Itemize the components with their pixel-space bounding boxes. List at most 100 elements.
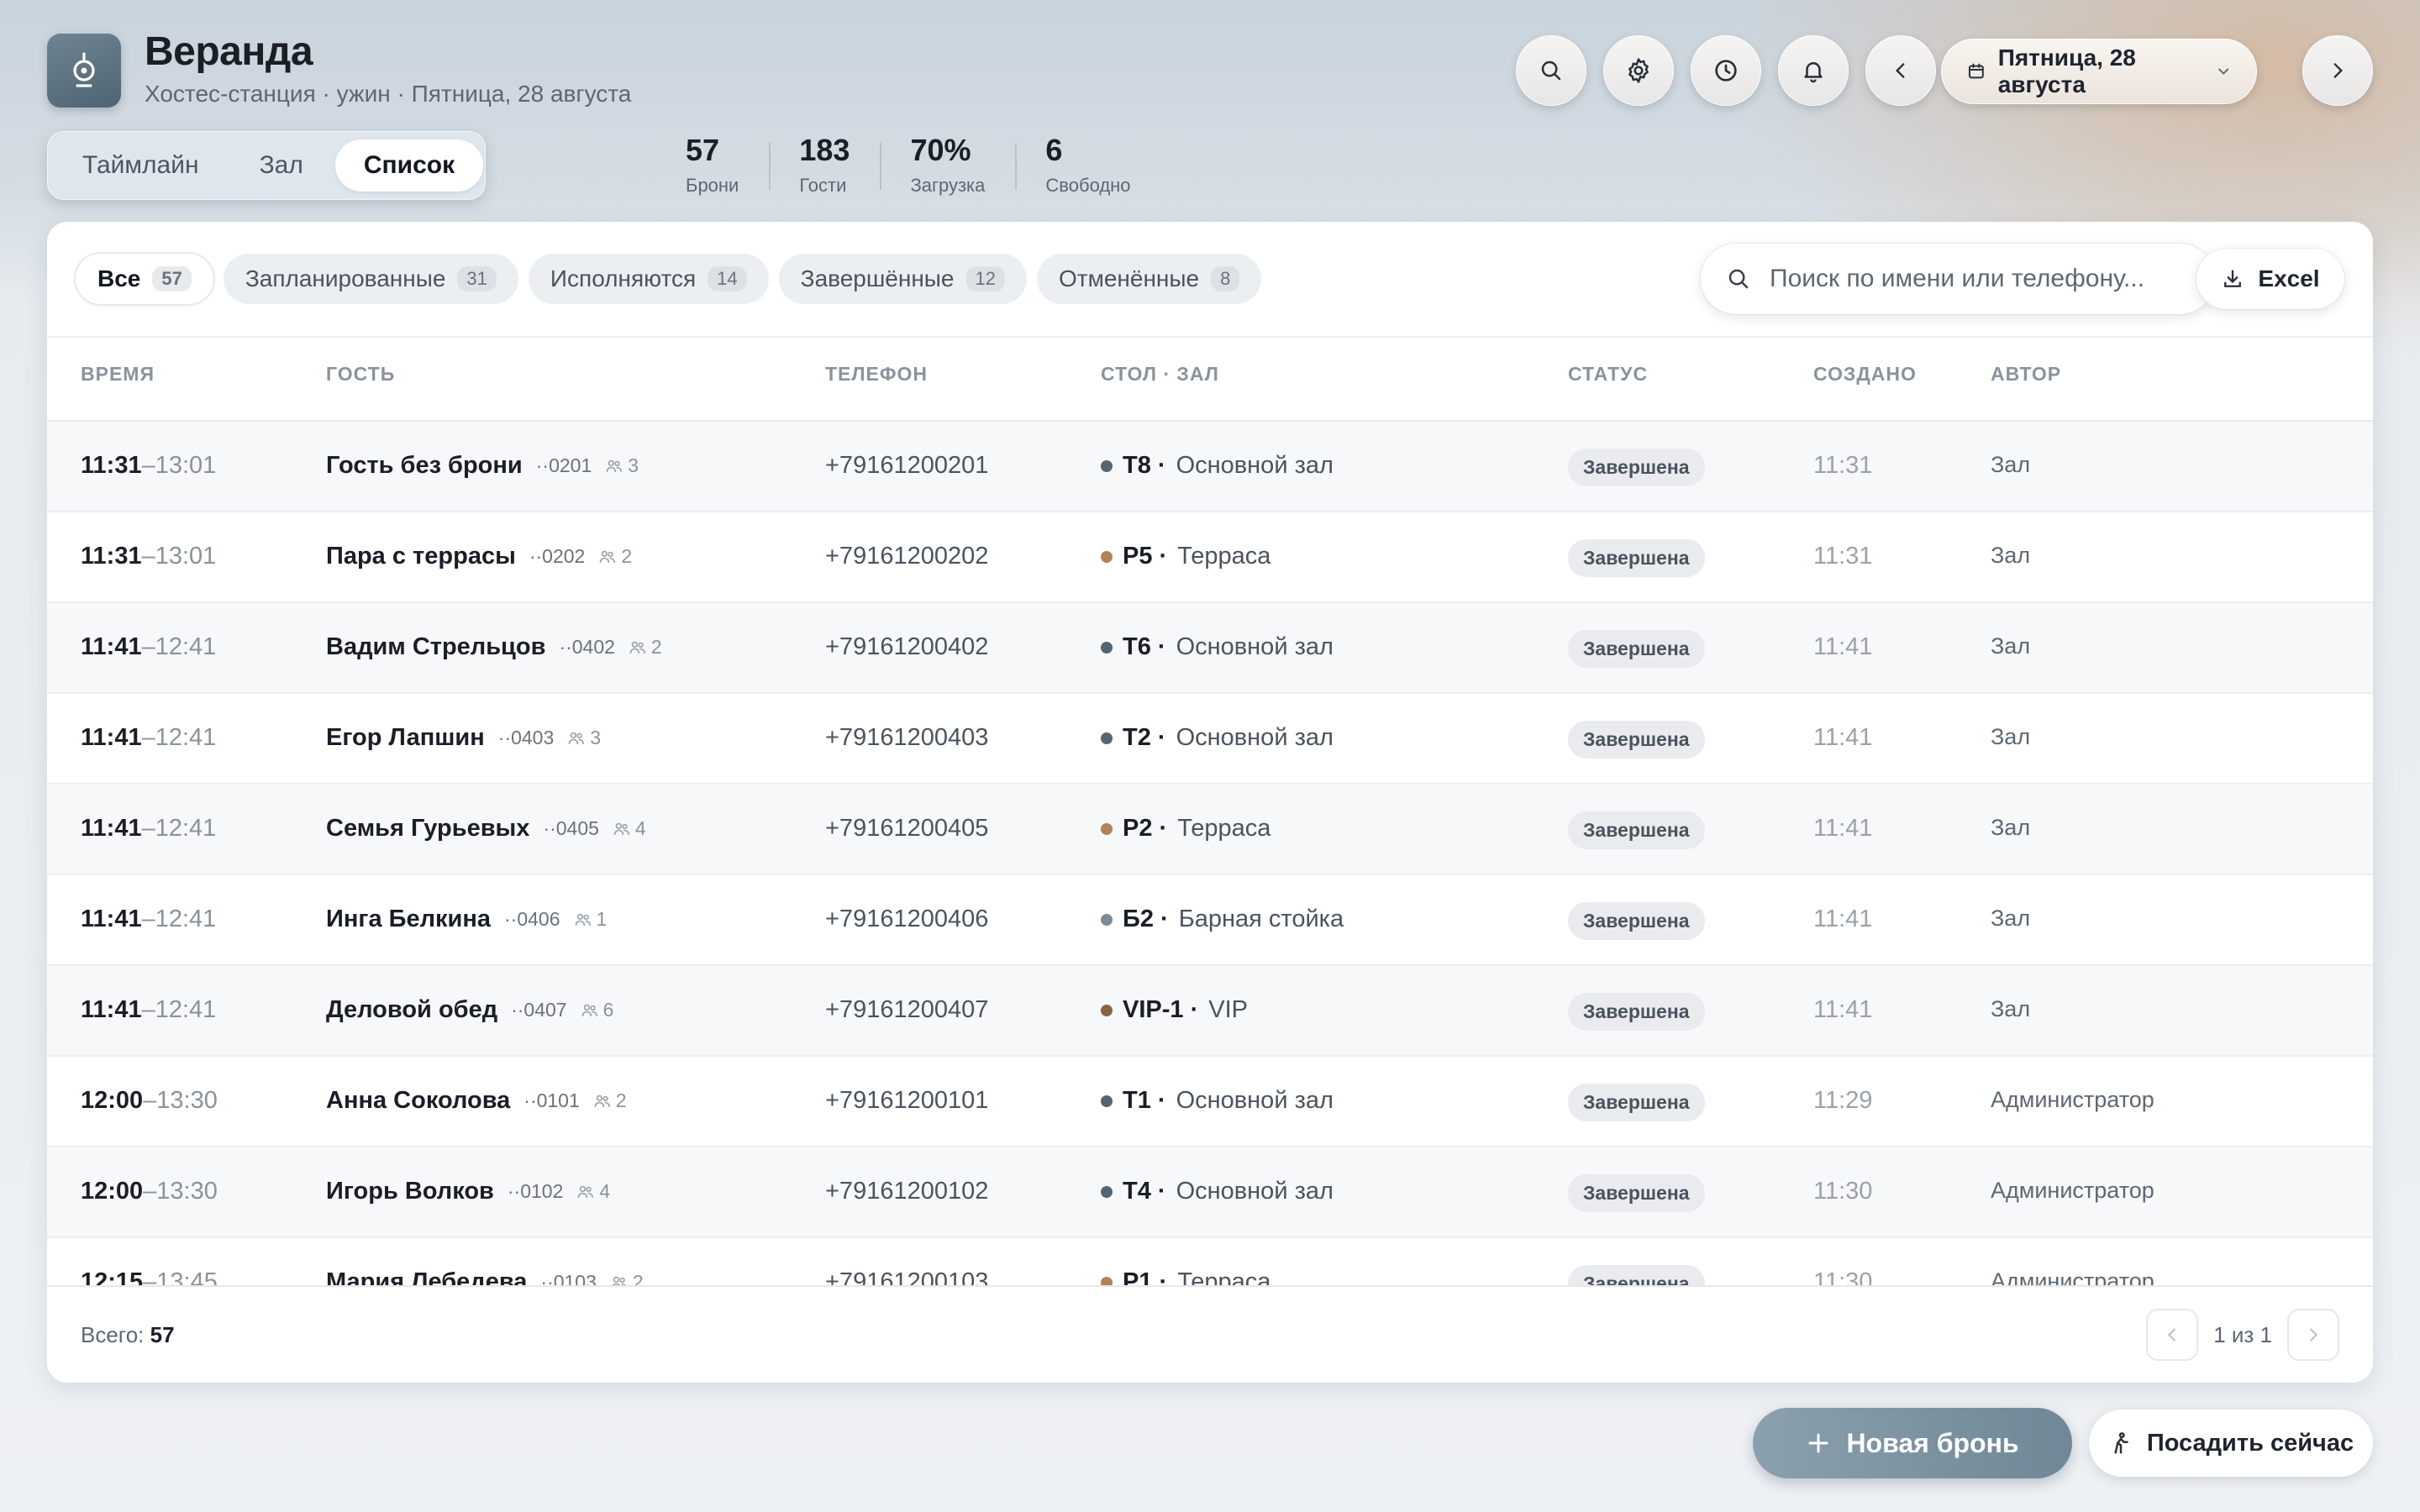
column-time[interactable]: ВРЕМЯ — [81, 363, 155, 386]
guest-count: 2 — [593, 1089, 627, 1112]
column-status[interactable]: СТАТУС — [1568, 363, 1648, 386]
filter-label: Исполняются — [550, 265, 697, 291]
seat-now-button[interactable]: Посадить сейчас — [2089, 1410, 2373, 1477]
new-booking-button[interactable]: Новая бронь — [1753, 1408, 2072, 1478]
filter-all[interactable]: Все 57 — [76, 254, 213, 304]
export-excel-button[interactable]: Excel — [2196, 249, 2344, 309]
filter-count: 14 — [708, 266, 747, 291]
status-filters: Все 57 Запланированные 31 Исполняются 14… — [76, 254, 1262, 304]
chevron-right-icon — [2333, 63, 2344, 78]
view-tab-hall[interactable]: Зал — [231, 139, 332, 192]
view-tab-timeline[interactable]: Таймлайн — [54, 139, 228, 192]
total-label: Всего: — [81, 1322, 145, 1347]
table-row[interactable]: 12:15–13:45 Мария Лебедева ··0103 2 +7916120… — [47, 1238, 2373, 1285]
table-hall-cell: Б2 · Барная стойка — [1101, 906, 1344, 933]
prev-page-button[interactable] — [2146, 1309, 2199, 1361]
hall-name: Основной зал — [1176, 1087, 1334, 1114]
chevron-left-icon — [1895, 63, 1905, 78]
stat-label: Брони — [686, 175, 739, 196]
guest-name: Мария Лебедева — [326, 1268, 528, 1285]
time-end: –12:41 — [141, 906, 217, 932]
filter-planned[interactable]: Запланированные 31 — [223, 254, 518, 304]
chevron-down-icon — [2217, 68, 2228, 75]
hall-color-dot — [1101, 550, 1113, 563]
column-table-hall[interactable]: СТОЛ · ЗАЛ — [1101, 363, 1219, 386]
people-icon — [575, 913, 591, 926]
hall-name: Основной зал — [1176, 1178, 1334, 1205]
time-start: 11:31 — [81, 452, 142, 479]
table-row[interactable]: 11:41–12:41 Инга Белкина ··0406 1 +791612004… — [47, 875, 2373, 966]
guest-count: 2 — [598, 545, 632, 568]
guest-count: 1 — [574, 908, 607, 931]
filter-count: 8 — [1211, 266, 1240, 291]
table-row[interactable]: 11:41–12:41 Деловой обед ··0407 6 +791612004… — [47, 966, 2373, 1057]
guest-count-value: 6 — [602, 999, 614, 1021]
hall-color-dot — [1101, 822, 1113, 835]
table-hall-cell: Р1 · Терраса — [1101, 1268, 1270, 1285]
export-label: Excel — [2258, 265, 2320, 291]
guest-cell: Егор Лапшин ··0403 3 — [326, 724, 601, 752]
table-row[interactable]: 12:00–13:30 Анна Соколова ··0101 2 +79161200… — [47, 1057, 2373, 1147]
booking-code: ··0406 — [504, 908, 560, 930]
stat-value: 57 — [686, 133, 720, 167]
settings-button[interactable] — [1603, 35, 1674, 106]
table-number: Т1 · — [1123, 1087, 1166, 1114]
table-row[interactable]: 12:00–13:30 Игорь Волков ··0102 4 +791612001… — [47, 1147, 2373, 1238]
pagination: 1 из 1 — [2146, 1309, 2339, 1361]
guest-count-value: 3 — [590, 727, 602, 748]
column-phone[interactable]: ТЕЛЕФОН — [825, 363, 928, 386]
table-hall-cell: Р2 · Терраса — [1101, 815, 1270, 843]
status-cell: Завершена — [1568, 539, 1705, 577]
app-title: Веранда — [145, 29, 313, 74]
guest-name: Анна Соколова — [326, 1087, 511, 1114]
notifications-button[interactable] — [1778, 35, 1849, 106]
stat-label: Загрузка — [910, 175, 986, 196]
filter-completed[interactable]: Завершённые 12 — [778, 254, 1027, 304]
author: Зал — [1991, 724, 2031, 749]
time-end: –12:41 — [141, 633, 217, 660]
booking-time: 11:41–12:41 — [81, 815, 216, 843]
column-author[interactable]: АВТОР — [1991, 363, 2061, 386]
status-badge: Завершена — [1568, 449, 1705, 486]
created-time: 11:41 — [1813, 633, 1873, 660]
column-created[interactable]: СОЗДАНО — [1813, 363, 1917, 386]
table-number: Р5 · — [1123, 543, 1168, 570]
filter-cancelled[interactable]: Отменённые 8 — [1037, 254, 1262, 304]
filter-label: Отменённые — [1059, 265, 1200, 291]
guest-count-value: 2 — [632, 1271, 644, 1285]
search-button[interactable] — [1516, 35, 1586, 106]
time-end: –12:41 — [141, 996, 217, 1023]
table-row[interactable]: 11:41–12:41 Семья Гурьевых ··0405 4 +7916120… — [47, 785, 2373, 875]
search-icon — [1541, 60, 1561, 81]
stat-free: 6 Свободно — [1015, 133, 1160, 197]
table-row[interactable]: 11:31–13:01 Пара с террасы ··0202 2 +7916120… — [47, 512, 2373, 603]
people-icon — [581, 1004, 597, 1016]
status-badge: Завершена — [1568, 1265, 1705, 1285]
time-start: 11:41 — [81, 815, 142, 842]
prev-date-button[interactable] — [1865, 35, 1936, 106]
hall-name: Терраса — [1177, 543, 1271, 570]
hall-color-dot — [1101, 732, 1113, 744]
table-row[interactable]: 11:41–12:41 Вадим Стрельцов ··0402 2 +791612… — [47, 603, 2373, 694]
created-time: 11:30 — [1813, 1178, 1873, 1205]
search-input[interactable]: Поиск по имени или телефону... — [1701, 244, 2215, 314]
next-page-button[interactable] — [2287, 1309, 2339, 1361]
time-end: –12:41 — [141, 815, 217, 842]
people-icon — [629, 641, 645, 654]
status-badge: Завершена — [1568, 993, 1705, 1031]
booking-time: 11:41–12:41 — [81, 633, 216, 661]
view-tab-list[interactable]: Список — [334, 139, 484, 192]
next-date-button[interactable] — [2302, 35, 2373, 106]
date-label: Пятница, 28 августа — [1997, 45, 2136, 97]
filter-in-progress[interactable]: Исполняются 14 — [528, 254, 769, 304]
created-time: 11:41 — [1813, 996, 1873, 1023]
history-button[interactable] — [1691, 35, 1761, 106]
booking-code: ··0102 — [507, 1180, 564, 1202]
hall-color-dot — [1101, 1276, 1113, 1285]
time-start: 11:31 — [81, 543, 142, 570]
table-row[interactable]: 11:41–12:41 Егор Лапшин ··0403 3 +7916120040… — [47, 694, 2373, 785]
table-row[interactable]: 11:31–13:01 Гость без брони ··0201 3 +791612… — [47, 422, 2373, 512]
stat-label: Свободно — [1045, 175, 1131, 196]
column-guest[interactable]: ГОСТЬ — [326, 363, 395, 386]
date-picker[interactable]: Пятница, 28 августа — [1941, 39, 2257, 104]
